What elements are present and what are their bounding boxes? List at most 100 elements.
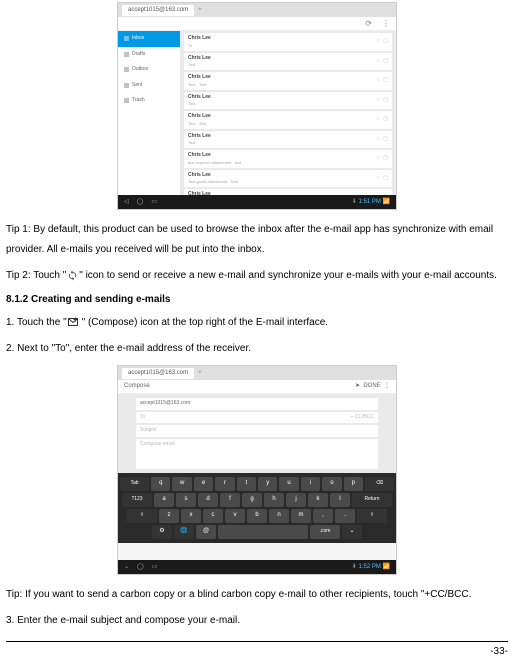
back-icon[interactable]: ◁ — [124, 198, 129, 207]
key-f[interactable]: f — [220, 493, 240, 507]
key-.com[interactable]: .com — [310, 525, 340, 539]
key-n[interactable]: n — [269, 509, 289, 523]
tip-3: Tip: If you want to send a carbon copy o… — [6, 585, 508, 605]
android-status-bar: ⌄ ◯ ▭ ⬇ 1:52 PM 📶 — [118, 560, 396, 574]
folder-outbox[interactable]: Outbox — [118, 62, 180, 78]
mail-item[interactable]: Chris LeeTest☆▢ — [184, 53, 392, 71]
key-g[interactable]: g — [242, 493, 262, 507]
mail-item[interactable]: Chris LeeTest - Test☆▢ — [184, 72, 392, 90]
send-icon[interactable]: ➤ — [355, 383, 360, 389]
step-3: 3. Enter the e-mail subject and compose … — [6, 611, 508, 631]
step-2: 2. Next to "To", enter the e-mail addres… — [6, 339, 508, 359]
key-v[interactable]: v — [225, 509, 245, 523]
folder-drafts[interactable]: Drafts — [118, 47, 180, 63]
folder-inbox[interactable]: Inbox — [118, 31, 180, 47]
key-p[interactable]: p — [344, 477, 363, 491]
key-z[interactable]: z — [159, 509, 179, 523]
key-y[interactable]: y — [258, 477, 277, 491]
inbox-screenshot: accept1015@163.com + ⟳ ⋮ Inbox Drafts Ou… — [117, 2, 397, 210]
compose-title: Compose — [124, 382, 150, 391]
wifi-icon: 📶 — [383, 199, 390, 205]
key-k[interactable]: k — [308, 493, 328, 507]
from-field: accept1015@163.com — [136, 398, 378, 410]
menu-icon[interactable]: ⋮ — [384, 383, 390, 389]
mail-app-header: ⟳ ⋮ — [118, 17, 396, 31]
page-footer: -33- — [6, 641, 508, 659]
hide-keyboard-icon[interactable]: ⌄ — [124, 563, 129, 572]
key-⇧[interactable]: ⇧ — [357, 509, 387, 523]
recent-icon[interactable]: ▭ — [151, 198, 157, 207]
key-⌄[interactable]: ⌄ — [342, 525, 362, 539]
done-button[interactable]: DONE — [363, 383, 380, 389]
mail-list: Chris LeeTo☆▢Chris LeeTest☆▢Chris LeeTes… — [180, 31, 396, 197]
new-tab-icon[interactable]: + — [198, 6, 202, 15]
key-w[interactable]: w — [172, 477, 191, 491]
key-⇧[interactable]: ⇧ — [127, 509, 157, 523]
mail-item[interactable]: Chris LeeTest-gmail attachment - Test☆▢ — [184, 170, 392, 188]
compose-fields: accept1015@163.com To+ CC/BCC Subject Co… — [118, 394, 396, 473]
key-⌫[interactable]: ⌫ — [365, 477, 394, 491]
key-h[interactable]: h — [264, 493, 284, 507]
compose-header: Compose ➤ DONE ⋮ — [118, 380, 396, 394]
mail-item[interactable]: Chris LeeTo☆▢ — [184, 33, 392, 51]
folder-sidebar: Inbox Drafts Outbox Sent Trash — [118, 31, 180, 197]
browser-tab-bar: accept1015@163.com + — [118, 366, 396, 380]
folder-trash[interactable]: Trash — [118, 93, 180, 109]
clock: 1:52 PM — [358, 564, 380, 570]
home-icon[interactable]: ◯ — [137, 198, 144, 207]
key-l[interactable]: l — [330, 493, 350, 507]
section-heading: 8.1.2 Creating and sending e-mails — [6, 292, 508, 307]
subject-field[interactable]: Subject — [136, 425, 378, 437]
page-number: -33- — [490, 646, 508, 657]
download-icon: ⬇ — [352, 199, 357, 205]
refresh-icon — [67, 270, 78, 281]
mail-item[interactable]: Chris LeeTest☆▢ — [184, 131, 392, 149]
refresh-icon[interactable]: ⟳ — [365, 18, 372, 30]
key-[interactable] — [218, 525, 308, 539]
key-@[interactable]: @ — [196, 525, 216, 539]
download-icon: ⬇ — [352, 564, 357, 570]
key-b[interactable]: b — [247, 509, 267, 523]
new-tab-icon[interactable]: + — [198, 369, 202, 378]
key-a[interactable]: a — [154, 493, 174, 507]
browser-tab[interactable]: accept1015@163.com — [122, 368, 194, 379]
key-m[interactable]: m — [291, 509, 311, 523]
key-j[interactable]: j — [286, 493, 306, 507]
key-t[interactable]: t — [237, 477, 256, 491]
key-x[interactable]: x — [181, 509, 201, 523]
key-i[interactable]: i — [301, 477, 320, 491]
to-field[interactable]: To+ CC/BCC — [136, 412, 378, 424]
soft-keyboard: Tabqwertyuiop⌫ ?123asdfghjklReturn ⇧zxcv… — [118, 473, 396, 543]
tip-1: Tip 1: By default, this product can be u… — [6, 220, 508, 260]
android-status-bar: ◁ ◯ ▭ ⬇ 1:51 PM 📶 — [118, 195, 396, 209]
step-1: 1. Touch the "" (Compose) icon at the to… — [6, 313, 508, 333]
key-e[interactable]: e — [194, 477, 213, 491]
body-field[interactable]: Compose email — [136, 439, 378, 469]
key-o[interactable]: o — [322, 477, 341, 491]
recent-icon[interactable]: ▭ — [152, 563, 158, 572]
tip-2: Tip 2: Touch "" icon to send or receive … — [6, 266, 508, 286]
clock: 1:51 PM — [358, 199, 380, 205]
mail-item[interactable]: Chris Leetest-explorer attachment - test… — [184, 150, 392, 168]
menu-icon[interactable]: ⋮ — [382, 18, 390, 30]
key-c[interactable]: c — [203, 509, 223, 523]
key-?123[interactable]: ?123 — [122, 493, 152, 507]
mail-item[interactable]: Chris LeeTest☆▢ — [184, 92, 392, 110]
key-u[interactable]: u — [279, 477, 298, 491]
key-d[interactable]: d — [198, 493, 218, 507]
key-.[interactable]: . — [335, 509, 355, 523]
key-⚙[interactable]: ⚙ — [152, 525, 172, 539]
cc-bcc-button[interactable]: + CC/BCC — [351, 414, 374, 422]
key-s[interactable]: s — [176, 493, 196, 507]
mail-item[interactable]: Chris LeeTest - Test☆▢ — [184, 111, 392, 129]
key-Return[interactable]: Return — [352, 493, 392, 507]
key-🌐[interactable]: 🌐 — [174, 525, 194, 539]
key-Tab[interactable]: Tab — [120, 477, 149, 491]
home-icon[interactable]: ◯ — [137, 563, 144, 572]
browser-tab[interactable]: accept1015@163.com — [122, 5, 194, 16]
key-r[interactable]: r — [215, 477, 234, 491]
key-,[interactable]: , — [313, 509, 333, 523]
folder-sent[interactable]: Sent — [118, 78, 180, 94]
key-q[interactable]: q — [151, 477, 170, 491]
compose-screenshot: accept1015@163.com + Compose ➤ DONE ⋮ ac… — [117, 365, 397, 575]
